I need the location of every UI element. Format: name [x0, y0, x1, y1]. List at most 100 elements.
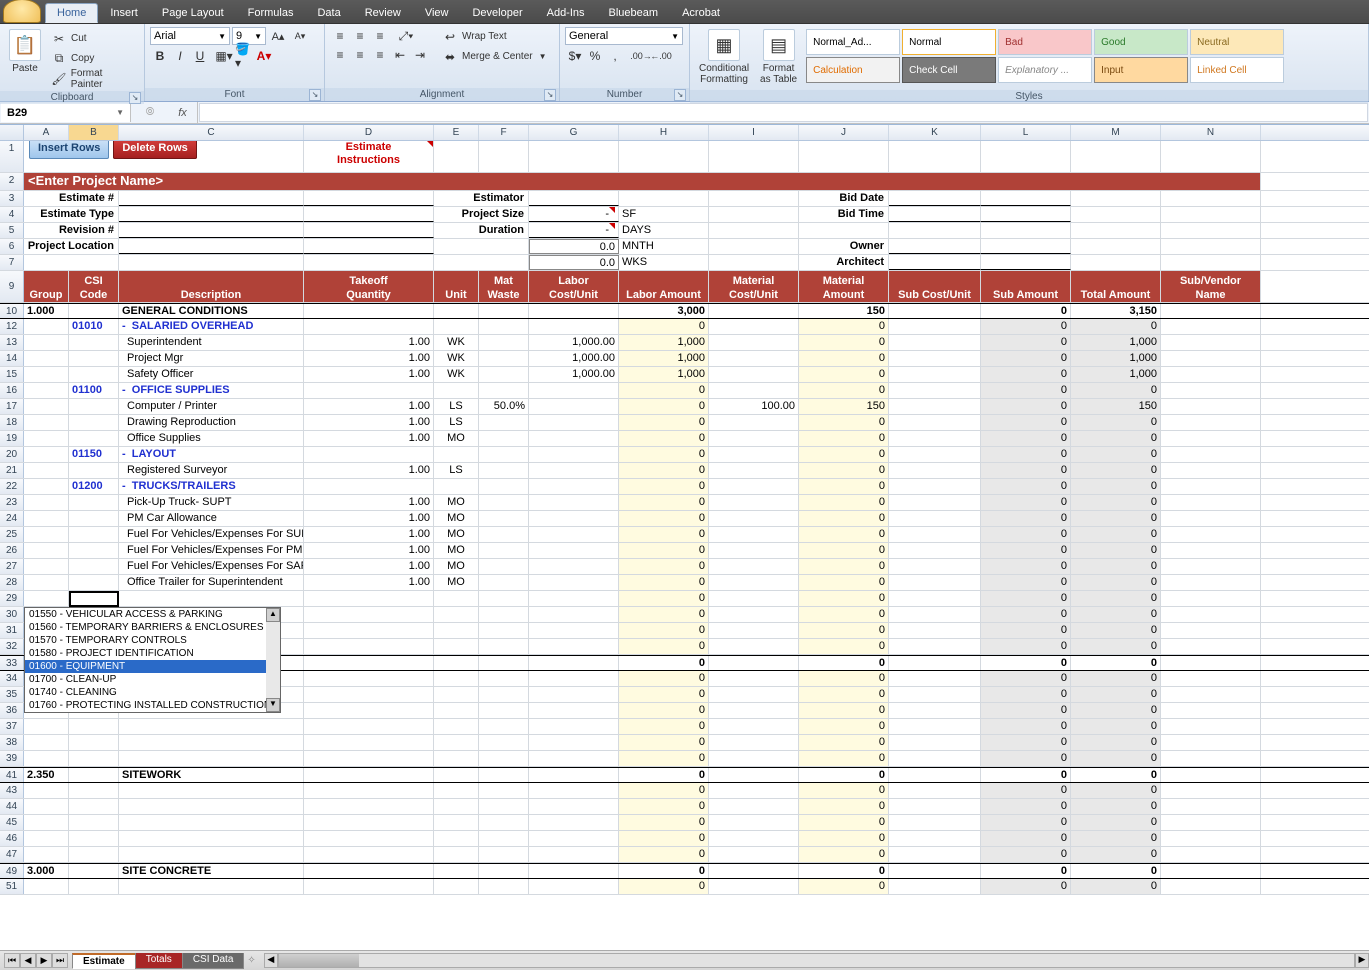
sheet-tab-estimate[interactable]: Estimate [72, 953, 136, 969]
cell-K7[interactable] [889, 255, 981, 270]
cell-D43[interactable] [304, 783, 434, 798]
cell-E39[interactable] [434, 751, 479, 766]
cell-K4[interactable] [889, 207, 981, 222]
cell-C49[interactable]: SITE CONCRETE [119, 864, 304, 878]
cell-G3[interactable] [529, 191, 619, 206]
cell-B47[interactable] [69, 847, 119, 862]
cell-D20[interactable] [304, 447, 434, 462]
cell-G6[interactable]: 0.0 [529, 239, 619, 254]
cell-B46[interactable] [69, 831, 119, 846]
row-header-12[interactable]: 12 [0, 319, 24, 334]
cell-C6[interactable] [119, 239, 304, 254]
cell-K51[interactable] [889, 879, 981, 894]
cell-F1[interactable] [479, 141, 529, 172]
scroll-left-icon[interactable]: ◀ [264, 953, 278, 968]
last-sheet-icon[interactable]: ⏭ [52, 953, 68, 968]
cell-J1[interactable] [799, 141, 889, 172]
cell-C5[interactable] [119, 223, 304, 238]
cell-N1[interactable] [1161, 141, 1261, 172]
horizontal-scrollbar[interactable]: ◀ ▶ [264, 953, 1369, 968]
cell-G21[interactable] [529, 463, 619, 478]
cell-E46[interactable] [434, 831, 479, 846]
cell-H37[interactable]: 0 [619, 719, 709, 734]
cell-J28[interactable]: 0 [799, 575, 889, 590]
bold-button[interactable]: B [150, 47, 170, 65]
cell-B44[interactable] [69, 799, 119, 814]
style-linked-cell[interactable]: Linked Cell [1190, 57, 1284, 83]
cell-F12[interactable] [479, 319, 529, 334]
row-header-1[interactable]: 1 [0, 141, 24, 172]
cell-L19[interactable]: 0 [981, 431, 1071, 446]
cell-C43[interactable] [119, 783, 304, 798]
cell-E25[interactable]: MO [434, 527, 479, 542]
cell-F49[interactable] [479, 864, 529, 878]
cell-G5[interactable]: - [529, 223, 619, 238]
format-as-table-button[interactable]: ▤ Format as Table [756, 27, 801, 87]
cell-N20[interactable] [1161, 447, 1261, 462]
shrink-font-button[interactable]: A▾ [290, 27, 310, 45]
cell-I38[interactable] [709, 735, 799, 750]
cell-D27[interactable]: 1.00 [304, 559, 434, 574]
cell-L6[interactable] [981, 239, 1071, 254]
clipboard-dialog-icon[interactable]: ↘ [129, 92, 141, 104]
cell-C38[interactable] [119, 735, 304, 750]
cell-G7[interactable]: 0.0 [529, 255, 619, 270]
cell-H7[interactable]: WKS [619, 255, 709, 270]
cell-I19[interactable] [709, 431, 799, 446]
row-header-14[interactable]: 14 [0, 351, 24, 366]
cell-E27[interactable]: MO [434, 559, 479, 574]
cell-N46[interactable] [1161, 831, 1261, 846]
cell-K35[interactable] [889, 687, 981, 702]
cell-M5[interactable] [1071, 223, 1161, 238]
cell-L38[interactable]: 0 [981, 735, 1071, 750]
row-header-43[interactable]: 43 [0, 783, 24, 798]
cell-I28[interactable] [709, 575, 799, 590]
cell-F28[interactable] [479, 575, 529, 590]
cell-B24[interactable] [69, 511, 119, 526]
cell-A17[interactable] [24, 399, 69, 414]
cell-I35[interactable] [709, 687, 799, 702]
cell-D37[interactable] [304, 719, 434, 734]
cell-F36[interactable] [479, 703, 529, 718]
percent-button[interactable]: % [585, 47, 605, 65]
cell-J47[interactable]: 0 [799, 847, 889, 862]
style-normal-ad-[interactable]: Normal_Ad... [806, 29, 900, 55]
cell-C10[interactable]: GENERAL CONDITIONS [119, 304, 304, 318]
cell-G24[interactable] [529, 511, 619, 526]
cell-A29[interactable] [24, 591, 69, 606]
cell-F41[interactable] [479, 768, 529, 782]
cell-E24[interactable]: MO [434, 511, 479, 526]
cell-C46[interactable] [119, 831, 304, 846]
cell-D36[interactable] [304, 703, 434, 718]
cell-H29[interactable]: 0 [619, 591, 709, 606]
cell-L21[interactable]: 0 [981, 463, 1071, 478]
cell-L15[interactable]: 0 [981, 367, 1071, 382]
cell-J44[interactable]: 0 [799, 799, 889, 814]
row-header-5[interactable]: 5 [0, 223, 24, 238]
cell-K25[interactable] [889, 527, 981, 542]
cell-E16[interactable] [434, 383, 479, 398]
cell-N49[interactable] [1161, 864, 1261, 878]
cell-E20[interactable] [434, 447, 479, 462]
cell-L18[interactable]: 0 [981, 415, 1071, 430]
cell-J43[interactable]: 0 [799, 783, 889, 798]
cell-H39[interactable]: 0 [619, 751, 709, 766]
merge-center-button[interactable]: ⬌Merge & Center▼ [439, 47, 550, 66]
col-header-K[interactable]: K [889, 125, 981, 140]
cell-K39[interactable] [889, 751, 981, 766]
cell-C13[interactable]: Superintendent [119, 335, 304, 350]
cell-H26[interactable]: 0 [619, 543, 709, 558]
delete-rows-button[interactable]: Delete Rows [113, 141, 196, 159]
col-header-J[interactable]: J [799, 125, 889, 140]
cell-D19[interactable]: 1.00 [304, 431, 434, 446]
cell-G39[interactable] [529, 751, 619, 766]
cell-I41[interactable] [709, 768, 799, 782]
cell-D44[interactable] [304, 799, 434, 814]
cell-H17[interactable]: 0 [619, 399, 709, 414]
cell-D31[interactable] [304, 623, 434, 638]
cell-N29[interactable] [1161, 591, 1261, 606]
font-family-select[interactable]: Arial▼ [150, 27, 230, 45]
cell-G46[interactable] [529, 831, 619, 846]
cell-C21[interactable]: Registered Surveyor [119, 463, 304, 478]
cell-I33[interactable] [709, 656, 799, 670]
